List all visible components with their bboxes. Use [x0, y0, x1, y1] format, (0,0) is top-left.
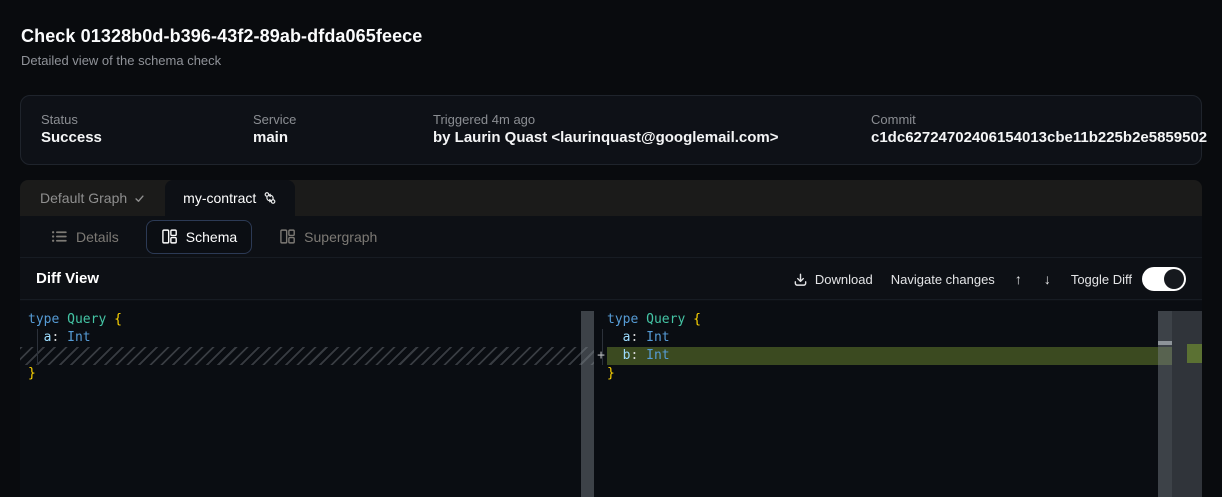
tab-schema-label: Schema — [186, 229, 237, 245]
code-line: type Query { — [20, 311, 594, 329]
service-label: Service — [253, 112, 296, 127]
service-value: main — [253, 129, 288, 146]
diff-toolbar: Diff View Download Navigate changes ↑ ↓ … — [20, 258, 1202, 300]
tab-schema[interactable]: Schema — [146, 220, 252, 254]
layout-panels-icon — [161, 228, 178, 245]
tab-supergraph-label: Supergraph — [304, 229, 377, 245]
switch-knob — [1164, 269, 1184, 289]
triggered-label: Triggered 4m ago — [433, 112, 535, 127]
download-button[interactable]: Download — [793, 272, 873, 287]
status-label: Status — [41, 112, 78, 127]
triggered-value: by Laurin Quast <laurinquast@googlemail.… — [433, 129, 779, 146]
code-lines-after: type Query { a: Int b: Int} — [595, 311, 1202, 383]
commit-label: Commit — [871, 112, 916, 127]
layout-panels-icon — [279, 228, 296, 245]
download-icon — [793, 272, 808, 287]
tab-supergraph[interactable]: Supergraph — [264, 220, 392, 254]
page-title: Check 01328b0d-b396-43f2-89ab-dfda065fee… — [21, 26, 422, 47]
code-line — [20, 347, 594, 365]
tab-default-graph-label: Default Graph — [40, 190, 127, 206]
schema-diff-editor: type Query { a: Int} type Query { a: Int… — [20, 301, 1202, 497]
code-line: a: Int — [20, 329, 594, 347]
download-label: Download — [815, 272, 873, 287]
tab-default-graph[interactable]: Default Graph — [20, 180, 165, 216]
diff-overview-ruler[interactable] — [1172, 311, 1202, 497]
schema-check-page: Check 01328b0d-b396-43f2-89ab-dfda065fee… — [0, 0, 1222, 497]
page-subtitle: Detailed view of the schema check — [21, 53, 221, 68]
tab-my-contract-label: my-contract — [183, 190, 256, 206]
status-value: Success — [41, 129, 102, 146]
code-line: b: Int — [607, 347, 1202, 365]
diff-view-heading: Diff View — [36, 270, 99, 287]
code-line: } — [607, 365, 1202, 383]
added-line-ruler-marker — [1187, 344, 1202, 363]
toggle-diff-switch[interactable] — [1142, 267, 1186, 291]
diff-actions: Download Navigate changes ↑ ↓ Toggle Dif… — [793, 258, 1186, 300]
view-tabs: Details Schema — [20, 216, 1202, 258]
tab-my-contract[interactable]: my-contract — [165, 180, 295, 216]
graph-tabstrip: Default Graph my-contract — [20, 180, 1202, 216]
toggle-diff-label: Toggle Diff — [1071, 272, 1132, 287]
left-scrollbar[interactable] — [581, 311, 594, 497]
check-summary-card: Status Success Service main Triggered 4m… — [20, 95, 1202, 165]
list-icon — [51, 228, 68, 245]
commit-value: c1dc62724702406154013cbe11b225b2e5859502 — [871, 129, 1207, 146]
navigate-changes-label: Navigate changes — [891, 272, 995, 287]
check-icon — [134, 193, 145, 204]
scrollbar-change-tick — [1158, 341, 1172, 345]
toggle-diff-group: Toggle Diff — [1071, 267, 1186, 291]
code-lines-before: type Query { a: Int} — [20, 311, 594, 383]
previous-change-button[interactable]: ↑ — [1013, 271, 1024, 287]
right-scrollbar[interactable] — [1158, 311, 1172, 497]
code-line: } — [20, 365, 594, 383]
added-line-plus-marker: + — [595, 347, 607, 365]
diff-pane-before[interactable]: type Query { a: Int} — [20, 301, 594, 497]
tab-details-label: Details — [76, 229, 119, 245]
diff-pane-after[interactable]: type Query { a: Int b: Int} + — [595, 301, 1202, 497]
code-line: a: Int — [607, 329, 1202, 347]
tab-details[interactable]: Details — [36, 220, 134, 254]
check-detail-panel: Details Schema — [20, 216, 1202, 497]
git-compare-icon — [263, 191, 277, 205]
next-change-button[interactable]: ↓ — [1042, 271, 1053, 287]
code-line: type Query { — [607, 311, 1202, 329]
indent-guide — [37, 329, 38, 365]
